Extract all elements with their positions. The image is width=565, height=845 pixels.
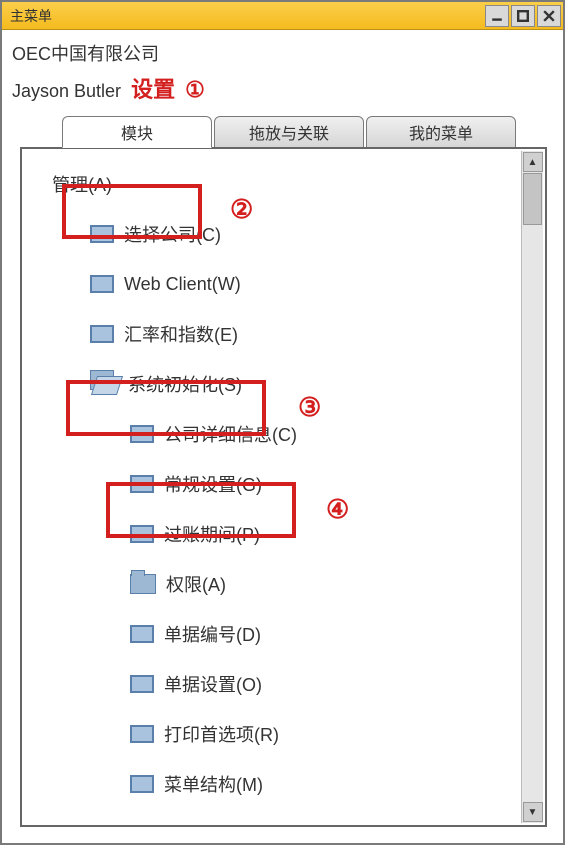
scroll-down-button[interactable]: ▼	[523, 802, 543, 822]
tree-node-system-init[interactable]: 系统初始化(S)	[46, 359, 519, 409]
window-icon	[90, 275, 114, 293]
tree-label: 单据设置(O)	[164, 671, 262, 697]
content-area: OEC中国有限公司 Jayson Butler 设置 ① 模块 拖放与关联 我的…	[2, 30, 563, 843]
window-icon	[130, 525, 154, 543]
scroll-track[interactable]	[522, 173, 543, 801]
window-icon	[130, 725, 154, 743]
tree-label: 选择公司(C)	[124, 221, 221, 247]
tab-bar: 模块 拖放与关联 我的菜单	[62, 116, 553, 148]
window-icon	[130, 475, 154, 493]
tree-node-menu-structure[interactable]: 菜单结构(M)	[46, 759, 519, 809]
titlebar: 主菜单	[2, 2, 563, 30]
tree-node-permissions[interactable]: 权限(A)	[46, 559, 519, 609]
close-button[interactable]	[537, 5, 561, 27]
tree-label: 过账期间(P)	[164, 521, 260, 547]
folder-open-icon	[90, 374, 118, 394]
tree-label: 菜单结构(M)	[164, 771, 263, 797]
tree-node-doc-settings[interactable]: 单据设置(O)	[46, 659, 519, 709]
tree-node-general-settings[interactable]: 常规设置(G)	[46, 459, 519, 509]
maximize-button[interactable]	[511, 5, 535, 27]
window-icon	[130, 675, 154, 693]
tab-mymenu[interactable]: 我的菜单	[366, 116, 516, 148]
tab-modules[interactable]: 模块	[62, 116, 212, 148]
window-icon	[130, 425, 154, 443]
folder-closed-icon	[130, 574, 156, 594]
scroll-thumb[interactable]	[523, 173, 542, 225]
tree-node-company-detail[interactable]: 公司详细信息(C)	[46, 409, 519, 459]
callout-1: ①	[185, 77, 205, 103]
window-icon	[90, 225, 114, 243]
tree-label: 公司详细信息(C)	[164, 421, 297, 447]
company-label: OEC中国有限公司	[12, 40, 553, 66]
tree-node-posting-period[interactable]: 过账期间(P)	[46, 509, 519, 559]
tree-node-select-company[interactable]: 选择公司(C)	[46, 209, 519, 259]
user-name: Jayson Butler	[12, 81, 121, 102]
window-title: 主菜单	[10, 6, 485, 26]
tree-node-web-client[interactable]: Web Client(W)	[46, 259, 519, 309]
tree-label: 系统初始化(S)	[128, 371, 242, 397]
tree-node-exchange-rate[interactable]: 汇率和指数(E)	[46, 309, 519, 359]
vertical-scrollbar[interactable]: ▲ ▼	[521, 151, 543, 823]
tree-label: 常规设置(G)	[164, 471, 262, 497]
tree-label: Web Client(W)	[124, 274, 241, 295]
tree-node-doc-numbering[interactable]: 单据编号(D)	[46, 609, 519, 659]
tree-pane: 管理(A) 选择公司(C) Web Client(W) 汇率和指数(E) 系统初	[20, 147, 547, 827]
window-icon	[130, 625, 154, 643]
settings-link[interactable]: 设置	[131, 72, 175, 104]
tree-label: 管理(A)	[52, 171, 112, 197]
tree-label: 汇率和指数(E)	[124, 321, 238, 347]
tree-wrap: 管理(A) 选择公司(C) Web Client(W) 汇率和指数(E) 系统初	[46, 159, 519, 815]
tab-dragdrop[interactable]: 拖放与关联	[214, 116, 364, 148]
window-controls	[485, 5, 563, 27]
window-icon	[130, 775, 154, 793]
tree-node-admin[interactable]: 管理(A)	[46, 159, 519, 209]
user-line: Jayson Butler 设置 ①	[12, 72, 553, 104]
window-icon	[90, 325, 114, 343]
menu-tree: 管理(A) 选择公司(C) Web Client(W) 汇率和指数(E) 系统初	[46, 159, 519, 809]
minimize-button[interactable]	[485, 5, 509, 27]
tree-label: 打印首选项(R)	[164, 721, 279, 747]
tree-node-print-prefs[interactable]: 打印首选项(R)	[46, 709, 519, 759]
tree-label: 权限(A)	[166, 571, 226, 597]
scroll-up-button[interactable]: ▲	[523, 152, 543, 172]
tree-label: 单据编号(D)	[164, 621, 261, 647]
